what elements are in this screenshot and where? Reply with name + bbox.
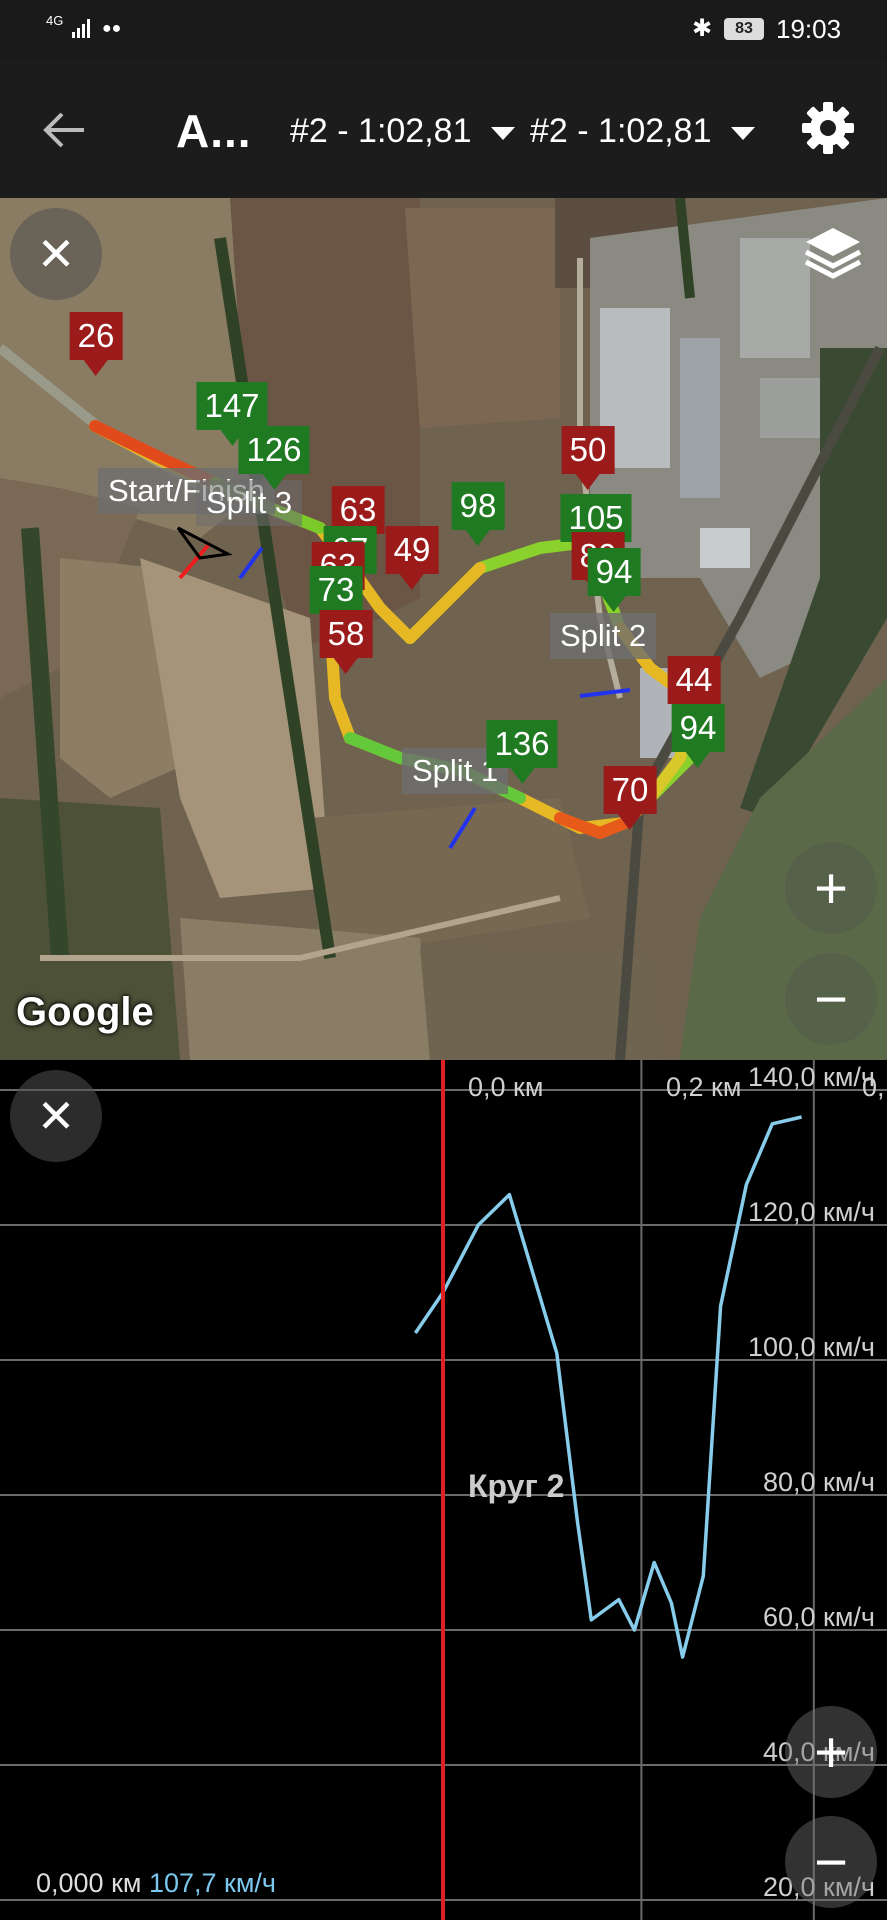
y-tick-label: 120,0 км/ч [748,1197,875,1227]
network-type: 4G [46,13,64,28]
speed-marker-max[interactable]: 136 [486,720,558,784]
lap-select-compare[interactable]: #2 - 1:02,81 [530,112,756,151]
speed-marker-min[interactable]: 50 [561,426,615,490]
map-imagery [0,198,887,1060]
speed-marker-value: 58 [319,610,373,658]
map-zoom-out-button[interactable]: − [785,953,877,1045]
speed-marker-min[interactable]: 49 [385,526,439,590]
speed-marker-value: 73 [309,566,363,614]
y-tick-label: 60,0 км/ч [763,1602,875,1632]
speed-chart[interactable]: 0,0 км 0,2 км 0, 140,0 км/ч 120,0 км/ч 100,0 … [0,1060,887,1920]
speed-marker-min[interactable]: 58 [319,610,373,674]
speed-marker-value: 147 [196,382,268,430]
lap-select-primary[interactable]: #2 - 1:02,81 [290,112,516,151]
y-tick-label: 80,0 км/ч [763,1467,875,1497]
map-zoom-in-button[interactable]: + [785,842,877,934]
back-arrow-icon[interactable] [40,105,90,155]
lap-label: Круг 2 [468,1468,565,1504]
plus-icon: + [814,855,848,921]
plus-icon: + [814,1719,848,1785]
signal-icon [72,19,90,38]
bluetooth-icon: ✱ [692,15,713,42]
speed-series-line [413,1115,802,1659]
speed-chart-plot: 0,0 км 0,2 км 0,140,0 км/ч120,0 км/ч100,0 … [0,1060,887,1920]
x-tick-label: 0,0 км [468,1072,543,1102]
speed-marker-value: 26 [69,312,123,360]
speed-marker-value: 94 [587,548,641,596]
speed-marker-value: 136 [486,720,558,768]
x-tick-label: 0,2 км [666,1072,741,1102]
close-icon: ✕ [36,1090,76,1142]
infinity-icon: ●● [102,20,122,37]
speed-marker-min[interactable]: 70 [603,766,657,830]
speed-marker-max[interactable]: 98 [451,482,505,546]
speed-marker-max[interactable]: 126 [238,426,310,490]
cursor-speed: 107,7 км/ч [148,1868,276,1898]
y-tick-label: 100,0 км/ч [748,1332,875,1362]
cursor-readout: 0,000 км 107,7 км/ч [36,1868,276,1899]
chart-zoom-out-button[interactable]: − [785,1816,877,1908]
speed-marker-value: 70 [603,766,657,814]
speed-marker-value: 98 [451,482,505,530]
lap-select-primary-label: #2 - 1:02,81 [290,112,472,150]
speed-marker-value: 126 [238,426,310,474]
speed-marker-value: 44 [667,656,721,704]
map-close-button[interactable]: ✕ [10,208,102,300]
speed-marker-value: 50 [561,426,615,474]
close-icon: ✕ [36,228,76,280]
lap-select-compare-label: #2 - 1:02,81 [530,112,712,150]
gear-icon[interactable] [800,100,856,156]
speed-marker-max[interactable]: 94 [587,548,641,612]
session-title: A... [176,105,252,157]
chart-zoom-in-button[interactable]: + [785,1706,877,1798]
satellite-map[interactable]: ✕ + − Start/Finish Split 3 Split 2 Split… [0,198,887,1060]
cursor-distance: 0,000 км [36,1868,142,1898]
y-tick-label: 140,0 км/ч [748,1062,875,1092]
chevron-down-icon [731,127,756,140]
speed-marker-value: 49 [385,526,439,574]
split-label-split-2: Split 2 [550,613,657,659]
minus-icon: − [814,966,848,1032]
speed-marker-value: 94 [671,704,725,752]
status-bar: 4G ●● ✱ 83 19:03 [0,0,887,60]
layers-icon[interactable] [800,220,866,286]
app-bar: A... #2 - 1:02,81 #2 - 1:02,81 [0,60,887,198]
clock: 19:03 [776,14,842,44]
speed-marker-min[interactable]: 26 [69,312,123,376]
google-logo: Google [16,990,154,1034]
chevron-down-icon [491,127,516,140]
chart-close-button[interactable]: ✕ [10,1070,102,1162]
minus-icon: − [814,1829,848,1895]
speed-marker-max[interactable]: 94 [671,704,725,768]
battery-icon: 83 [724,18,764,40]
